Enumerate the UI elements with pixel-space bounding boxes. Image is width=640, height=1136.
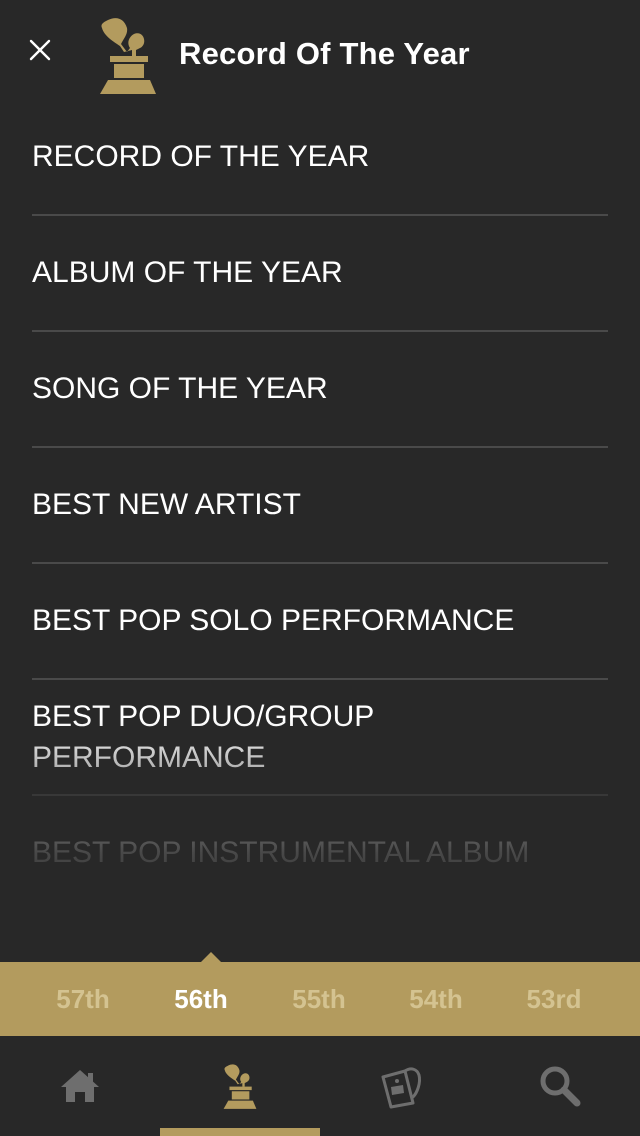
- year-tab[interactable]: 57th: [28, 962, 138, 1036]
- header: Record Of The Year: [0, 0, 640, 110]
- list-item[interactable]: BEST NEW ARTIST: [32, 484, 608, 564]
- list-item[interactable]: BEST POP INSTRUMENTAL ALBUM: [32, 832, 608, 912]
- close-button[interactable]: [22, 32, 58, 68]
- divider: [32, 794, 608, 796]
- tab-tickets[interactable]: [320, 1036, 480, 1136]
- year-tab[interactable]: 53rd: [499, 962, 609, 1036]
- tab-home[interactable]: [0, 1036, 160, 1136]
- year-tab-active[interactable]: 56th: [146, 962, 256, 1036]
- list-item[interactable]: BEST POP SOLO PERFORMANCE: [32, 600, 608, 680]
- screen: Record Of The Year RECORD OF THE YEAR AL…: [0, 0, 640, 1136]
- list-item[interactable]: SONG OF THE YEAR: [32, 368, 608, 448]
- active-tab-indicator: [160, 1128, 320, 1136]
- year-tab[interactable]: 54th: [381, 962, 491, 1036]
- tab-bar: [0, 1036, 640, 1136]
- gramophone-icon: [100, 18, 156, 94]
- page-title: Record Of The Year: [179, 36, 470, 71]
- year-tab[interactable]: 55th: [264, 962, 374, 1036]
- category-label: BEST POP SOLO PERFORMANCE: [32, 604, 515, 637]
- home-icon: [61, 1070, 99, 1102]
- list-item[interactable]: RECORD OF THE YEAR: [32, 136, 608, 216]
- search-icon: [540, 1066, 581, 1107]
- category-list: RECORD OF THE YEAR ALBUM OF THE YEAR SON…: [0, 100, 640, 962]
- category-label: BEST POP DUO/GROUP PERFORMANCE: [32, 700, 374, 774]
- tab-awards[interactable]: [160, 1036, 320, 1136]
- category-label: BEST POP INSTRUMENTAL ALBUM: [32, 836, 530, 869]
- list-item[interactable]: BEST POP DUO/GROUP PERFORMANCE: [32, 696, 432, 796]
- list-item[interactable]: ALBUM OF THE YEAR: [32, 252, 608, 332]
- close-icon: [29, 39, 51, 61]
- tab-search[interactable]: [480, 1036, 640, 1136]
- ticket-icon: [381, 1067, 421, 1109]
- category-label: ALBUM OF THE YEAR: [32, 256, 343, 289]
- category-label: BEST NEW ARTIST: [32, 488, 301, 521]
- gramophone-icon: [223, 1064, 257, 1109]
- year-selector: 57th 56th 55th 54th 53rd: [0, 962, 640, 1036]
- category-label: SONG OF THE YEAR: [32, 372, 328, 405]
- category-label: RECORD OF THE YEAR: [32, 140, 370, 173]
